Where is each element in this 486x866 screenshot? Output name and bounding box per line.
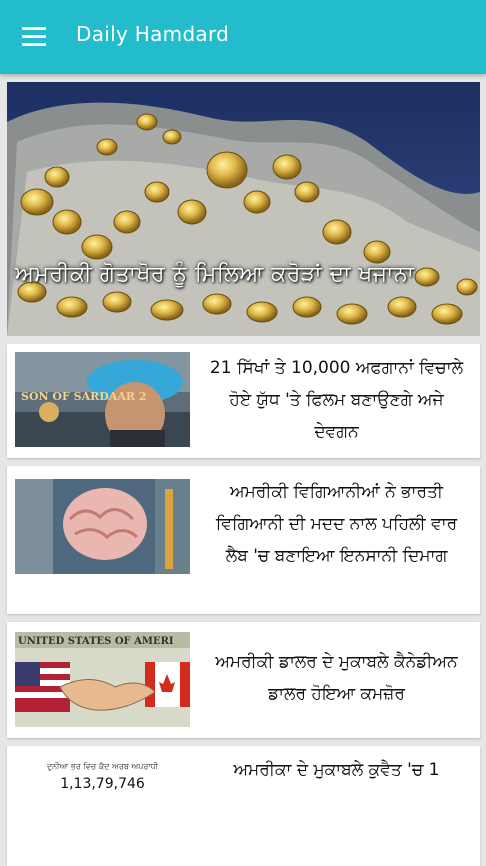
thumbnail-caption: ਦੁਨੀਆ ਭਰ ਵਿਚ ਕੈਦ ਅਰਬ ਅਪਰਾਧੀ (46, 762, 159, 771)
article-thumbnail: ਦੁਨੀਆ ਭਰ ਵਿਚ ਕੈਦ ਅਰਬ ਅਪਰਾਧੀ 1,13,79,746 (15, 756, 190, 851)
thumbnail-movie-logo: SON OF SARDAAR 2 (21, 390, 147, 403)
article-thumbnail: SON OF SARDAAR 2 (15, 352, 190, 447)
featured-image (7, 82, 480, 336)
article-title: ਅਮਰੀਕਾ ਦੇ ਮੁਕਾਬਲੇ ਕੁਵੈਤ 'ਚ 1 (233, 760, 440, 780)
article-title: ਅਮਰੀਕੀ ਡਾਲਰ ਦੇ ਮੁਕਾਬਲੇ ਕੈਨੇਡੀਅਨ ਡਾਲਰ ਹੋਇ… (215, 652, 458, 704)
article-thumbnail: UNITED STATES OF AMERI (15, 632, 190, 727)
article-title: ਅਮਰੀਕੀ ਵਿਗਿਆਨੀਆਂ ਨੇ ਭਾਰਤੀ ਵਿਗਿਆਨੀ ਦੀ ਮਦਦ… (215, 482, 458, 566)
article-card[interactable]: UNITED STATES OF AMERI ਅਮਰੀਕੀ ਡਾਲਰ ਦੇ ਮੁ… (7, 622, 480, 738)
thumbnail-number: 1,13,79,746 (60, 776, 145, 792)
featured-article-title: ਅਮਰੀਕੀ ਗੋਤਾਖੋਰ ਨੂੰ ਮਿਲਿਆ ਕਰੋੜਾਂ ਦਾ ਖਜਾਨਾ (15, 262, 415, 287)
featured-article[interactable]: ਅਮਰੀਕੀ ਗੋਤਾਖੋਰ ਨੂੰ ਮਿਲਿਆ ਕਰੋੜਾਂ ਦਾ ਖਜਾਨਾ (7, 82, 480, 336)
thumbnail-banknote-text: UNITED STATES OF AMERI (18, 636, 174, 647)
article-thumbnail (15, 479, 190, 574)
article-title: 21 ਸਿੱਖਾਂ ਤੇ 10,000 ਅਫਗਾਨਾਂ ਵਿਚਾਲੇ ਹੋਏ ਯ… (209, 358, 464, 442)
app-bar: Daily Hamdard (0, 0, 486, 74)
article-card[interactable]: SON OF SARDAAR 2 21 ਸਿੱਖਾਂ ਤੇ 10,000 ਅਫਗ… (7, 344, 480, 458)
menu-icon[interactable] (16, 18, 52, 54)
article-card[interactable]: ਦੁਨੀਆ ਭਰ ਵਿਚ ਕੈਦ ਅਰਬ ਅਪਰਾਧੀ 1,13,79,746 … (7, 746, 480, 866)
app-title: Daily Hamdard (76, 22, 230, 46)
article-card[interactable]: ਅਮਰੀਕੀ ਵਿਗਿਆਨੀਆਂ ਨੇ ਭਾਰਤੀ ਵਿਗਿਆਨੀ ਦੀ ਮਦਦ… (7, 466, 480, 614)
